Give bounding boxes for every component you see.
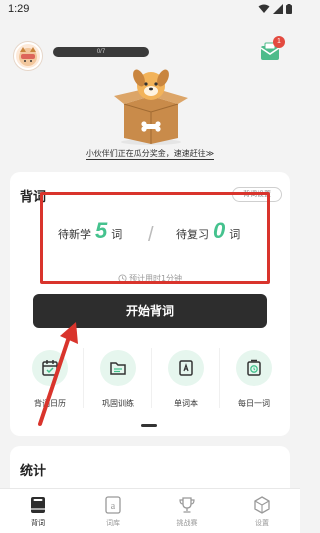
tab-library[interactable]: a 词库 [88, 495, 138, 528]
status-time: 1:29 [8, 3, 30, 15]
feature-review-training[interactable]: 巩固训练 [83, 342, 149, 414]
annotation-highlight-box [40, 192, 270, 284]
tab-study-label: 背词 [31, 519, 45, 527]
daily-progress-bar: 0/7 [53, 47, 149, 57]
mail-badge: 1 [273, 36, 285, 48]
daily-icon [236, 350, 272, 386]
page-indicator [141, 424, 157, 427]
tab-library-label: 词库 [106, 519, 120, 527]
tab-study[interactable]: 背词 [13, 495, 63, 528]
promo-link[interactable]: 小伙伴们正在瓜分奖金，速速赶往≫ [0, 148, 300, 160]
calendar-icon [32, 350, 68, 386]
settings-icon [237, 495, 287, 515]
feature-wordbook[interactable]: 单词本 [151, 342, 217, 414]
avatar[interactable] [14, 42, 42, 70]
dog-in-box-illustration [114, 69, 188, 145]
tab-settings-label: 设置 [255, 519, 269, 527]
feature-daily-word[interactable]: 每日一词 [219, 342, 285, 414]
feature-calendar[interactable]: 背词日历 [19, 342, 81, 414]
tab-challenge[interactable]: 挑战赛 [162, 495, 212, 528]
feature-wordbook-label: 单词本 [174, 399, 198, 408]
trophy-icon [162, 495, 212, 515]
study-card: 背词 背词设置 待新学 5 词 / 待复习 0 词 预计用时1分钟 开始背词 背… [10, 172, 290, 436]
feature-divider [83, 348, 84, 408]
daily-progress-text: 0/7 [96, 49, 106, 55]
promo-link-text: 小伙伴们正在瓜分奖金，速速赶往≫ [85, 149, 215, 160]
mail-button[interactable]: 1 [259, 36, 285, 64]
library-icon: a [88, 495, 138, 515]
feature-review-label: 巩固训练 [102, 399, 134, 408]
folder-icon [100, 350, 136, 386]
feature-row: 背词日历 巩固训练 单词本 每日一词 [10, 342, 290, 414]
status-icons [258, 4, 292, 14]
battery-icon [286, 4, 292, 14]
wifi-icon [258, 4, 270, 13]
feature-daily-label: 每日一词 [238, 399, 270, 408]
svg-text:a: a [111, 501, 116, 512]
dog-avatar-icon [19, 47, 37, 66]
feature-calendar-label: 背词日历 [34, 399, 66, 408]
start-study-button[interactable]: 开始背词 [33, 294, 267, 328]
feature-divider [219, 348, 220, 408]
status-bar: 1:29 [0, 0, 300, 22]
book-icon [168, 350, 204, 386]
tab-challenge-label: 挑战赛 [176, 519, 198, 527]
bottom-tab-bar: 背词 a 词库 挑战赛 设置 [0, 488, 300, 533]
feature-divider [151, 348, 152, 408]
signal-icon [273, 4, 283, 14]
header-area: 0/7 1 小伙伴们正在瓜分奖金，速速赶往≫ [0, 22, 300, 170]
book-tab-icon [13, 495, 63, 515]
stats-title: 统计 [20, 464, 47, 479]
tab-settings[interactable]: 设置 [237, 495, 287, 528]
